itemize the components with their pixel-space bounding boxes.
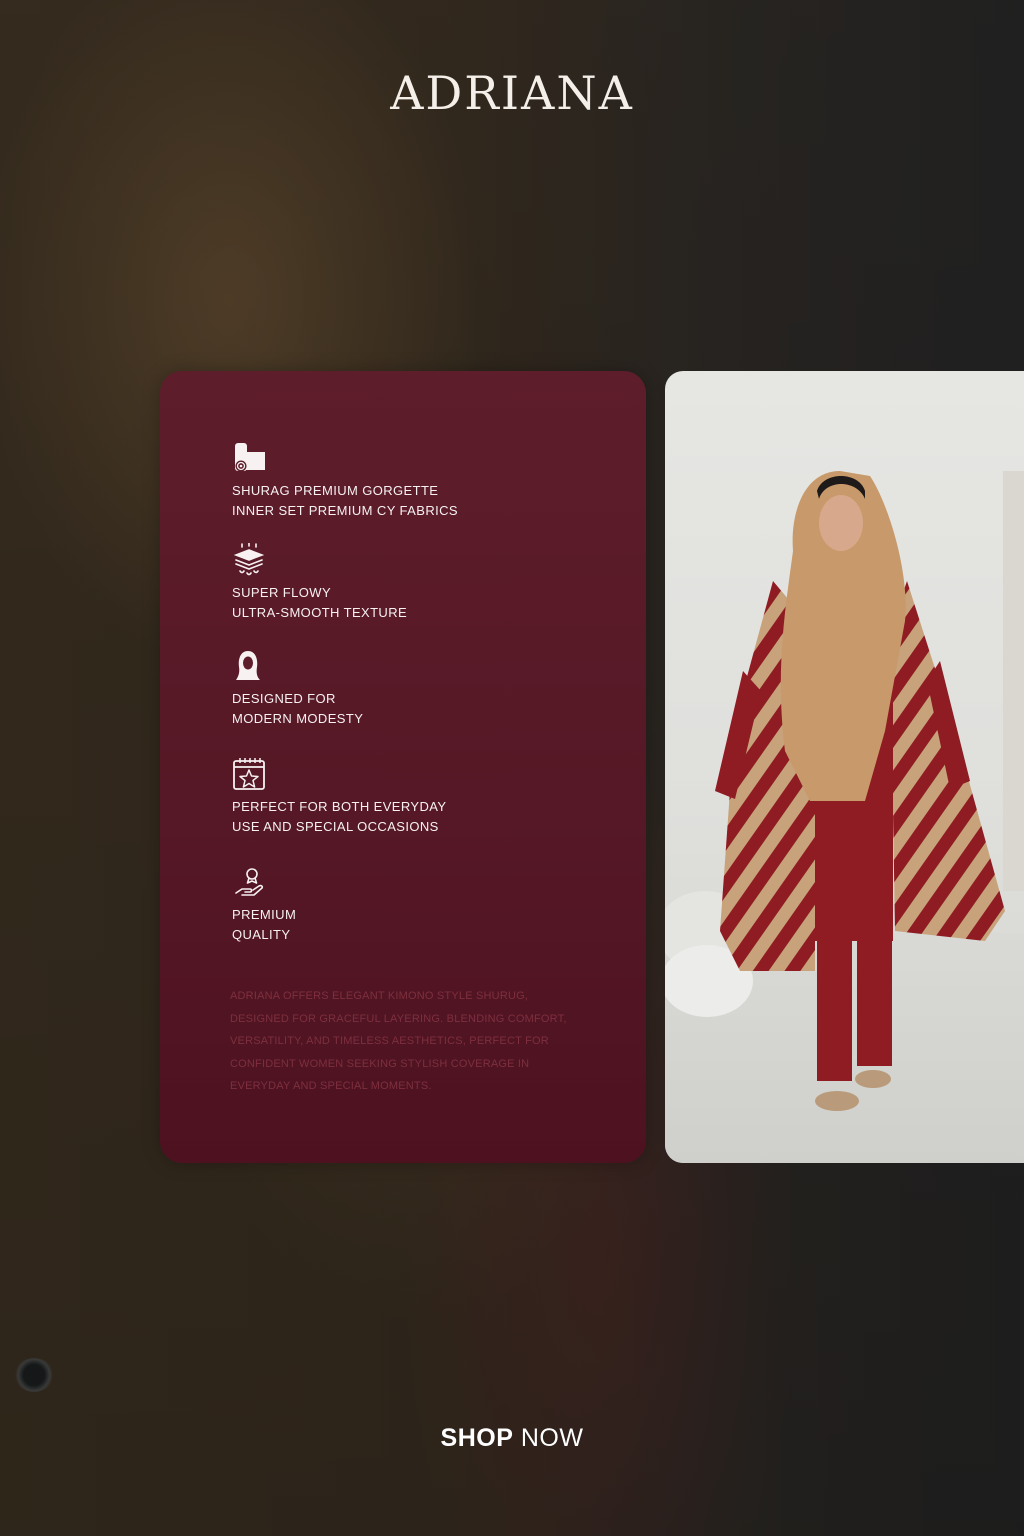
feature-line-2: ULTRA-SMOOTH TEXTURE bbox=[232, 604, 408, 620]
feature-item-fabric: SHURAG PREMIUM GORGETTE INNER SET PREMIU… bbox=[232, 441, 458, 520]
model-figure-illustration bbox=[665, 471, 1024, 1111]
brand-logo: ADRIANA bbox=[390, 66, 634, 120]
ring-detail bbox=[14, 1358, 54, 1392]
feature-line-1: DESIGNED FOR bbox=[232, 691, 336, 706]
feature-line-1: SHURAG PREMIUM GORGETTE bbox=[232, 483, 439, 498]
feature-item-quality: PREMIUM QUALITY bbox=[232, 865, 296, 944]
feature-line-2: INNER SET PREMIUM CY FABRICS bbox=[232, 502, 458, 518]
feature-line-2: QUALITY bbox=[232, 926, 291, 942]
features-card: SHURAG PREMIUM GORGETTE INNER SET PREMIU… bbox=[160, 371, 646, 1163]
feature-line-1: PREMIUM bbox=[232, 907, 297, 922]
hand-award-icon bbox=[235, 868, 264, 896]
feature-line-1: SUPER FLOWY bbox=[232, 585, 332, 600]
fabric-roll-icon bbox=[235, 443, 265, 472]
feature-item-flowy: SUPER FLOWY ULTRA-SMOOTH TEXTURE bbox=[232, 543, 407, 622]
cta-rest-text: NOW bbox=[513, 1424, 584, 1452]
hijab-woman-icon bbox=[236, 651, 260, 680]
feature-item-occasions: PERFECT FOR BOTH EVERYDAY USE AND SPECIA… bbox=[232, 757, 446, 836]
feature-line-1: PERFECT FOR BOTH EVERYDAY bbox=[232, 799, 447, 814]
product-description: ADRIANA OFFERS ELEGANT KIMONO STYLE SHUR… bbox=[230, 990, 567, 1093]
product-photo[interactable] bbox=[665, 371, 1024, 1163]
feature-line-2: USE AND SPECIAL OCCASIONS bbox=[232, 818, 439, 834]
cta-bold-text: SHOP bbox=[440, 1424, 514, 1452]
flowy-texture-icon bbox=[233, 543, 265, 576]
calendar-star-icon bbox=[233, 758, 265, 790]
feature-item-modesty: DESIGNED FOR MODERN MODESTY bbox=[232, 649, 363, 728]
feature-line-2: MODERN MODESTY bbox=[232, 710, 364, 726]
shop-now-button[interactable]: SHOP NOW bbox=[0, 1424, 1024, 1453]
